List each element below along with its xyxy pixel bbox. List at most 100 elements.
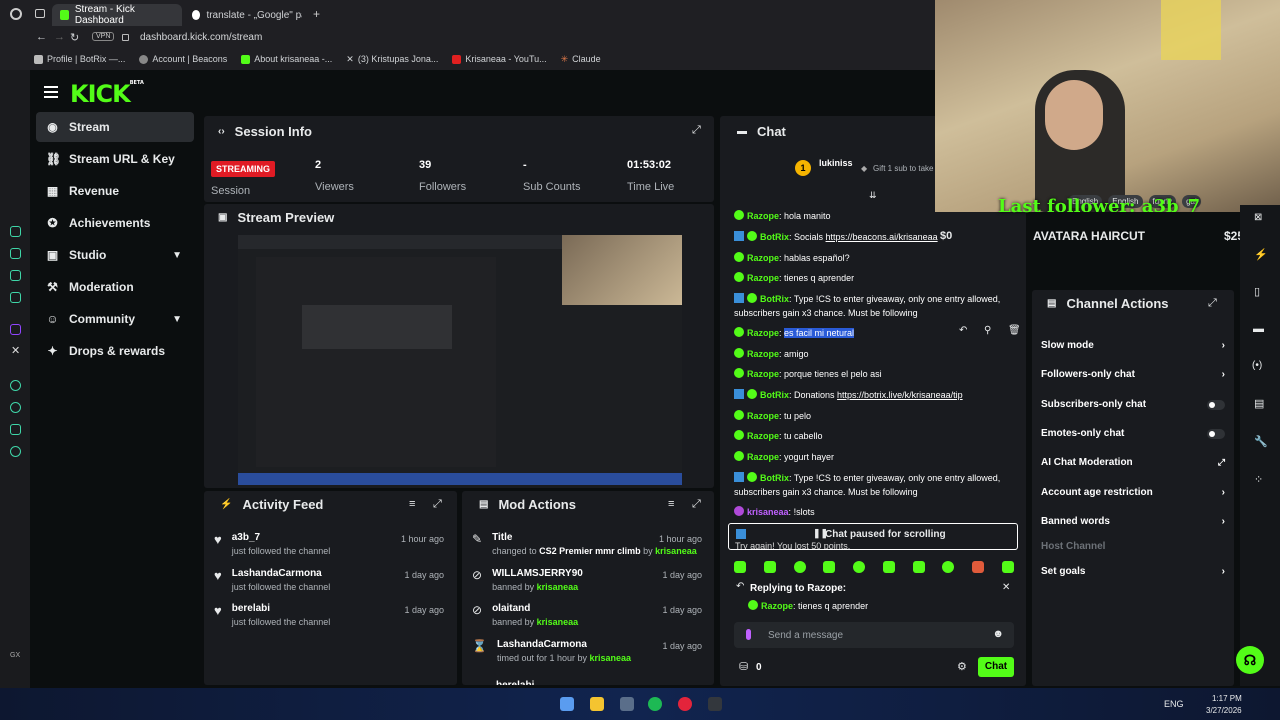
app-icon[interactable] (708, 697, 722, 711)
sidebar-item-drops-rewards[interactable]: ✦ Drops & rewards (36, 336, 194, 366)
emote-icon[interactable] (853, 561, 866, 573)
hamburger-menu-icon[interactable] (44, 86, 58, 98)
file-explorer-icon[interactable] (590, 697, 604, 711)
slow-mode-row[interactable]: Slow mode › (1041, 340, 1225, 351)
wrench-icon[interactable]: 🔧 (1254, 435, 1268, 448)
emote-icon[interactable] (972, 561, 985, 573)
sidebar-app-icon[interactable] (10, 226, 21, 237)
chat-message[interactable]: krisaneaa: !slots (734, 505, 1019, 519)
sidebar-app-icon[interactable] (10, 380, 21, 391)
chat-message-hovered[interactable]: Razope: es facil mi netural (734, 326, 1019, 340)
bookmark-botrix[interactable]: Profile | BotRix —... (34, 54, 125, 64)
filter-icon[interactable]: ≡ (409, 498, 415, 510)
emote-icon[interactable] (793, 561, 806, 573)
sidebar-item-revenue[interactable]: ▦ Revenue (36, 176, 194, 206)
opera-gx-icon[interactable] (678, 697, 692, 711)
followers-only-row[interactable]: Followers-only chat › (1041, 369, 1225, 380)
chat-message[interactable]: Razope: amigo (734, 347, 1019, 361)
close-icon[interactable]: ✕ (1002, 582, 1010, 593)
settings-icon[interactable] (10, 446, 21, 457)
reply-icon[interactable]: ↶ (959, 325, 967, 336)
support-icon[interactable]: ☊ (1236, 646, 1264, 674)
settings-icon[interactable]: ⚙ (957, 660, 967, 673)
pin-icon[interactable]: ⚲ (984, 325, 991, 336)
sliders-icon[interactable]: ▤ (1254, 397, 1264, 410)
bookmark-x[interactable]: ✕ (3) Kristupas Jona... (346, 54, 438, 65)
emote-icon[interactable] (912, 561, 925, 573)
chevron-down-icon[interactable]: ⇊ (869, 190, 877, 201)
host-channel-row[interactable]: Host Channel (1041, 541, 1225, 552)
emote-icon[interactable] (763, 561, 776, 573)
popout-icon[interactable]: ⤢ (692, 498, 701, 511)
chat-message[interactable]: BotRix: Socials https://beacons.ai/krisa… (734, 230, 944, 244)
sidebar-app-icon[interactable] (10, 270, 21, 281)
more-icon[interactable]: ⁘ (1254, 473, 1263, 486)
bookmark-youtube[interactable]: Krisaneaa - YouTu... (452, 54, 547, 64)
stream-preview-video[interactable] (238, 235, 682, 485)
account-age-row[interactable]: Account age restriction › (1041, 487, 1225, 498)
reload-icon[interactable]: ↻ (70, 31, 79, 44)
chat-bubble-icon[interactable]: ▬ (1253, 323, 1264, 335)
lightning-icon[interactable]: ⚡ (1254, 248, 1268, 261)
windows-start-icon[interactable] (560, 697, 574, 711)
bookmark-kick-about[interactable]: About krisaneaa -... (241, 54, 332, 64)
popout-icon[interactable]: ⤢ (692, 124, 701, 137)
set-goals-row[interactable]: Set goals › (1041, 566, 1225, 577)
chat-input[interactable]: Send a message ☻ (734, 622, 1014, 648)
popout-icon[interactable]: ⤢ (433, 498, 442, 511)
banned-words-row[interactable]: Banned words › (1041, 516, 1225, 527)
x-icon[interactable]: ✕ (11, 344, 20, 357)
sidebar-item-stream[interactable]: ◉ Stream (36, 112, 194, 142)
sidebar-item-stream-url-key[interactable]: ⛓ Stream URL & Key (36, 144, 194, 174)
emote-icon[interactable] (942, 561, 955, 573)
kick-logo[interactable]: KICKBETA (70, 80, 144, 108)
tab-kick-dashboard[interactable]: Stream - Kick Dashboard (52, 4, 182, 26)
chat-message[interactable]: BotRix: Donations https://botrix.live/k/… (734, 388, 1019, 402)
chat-message[interactable]: Razope: tu cabello (734, 429, 1019, 443)
sidebar-item-moderation[interactable]: ⚒ Moderation (36, 272, 194, 302)
twitch-icon[interactable] (10, 324, 21, 335)
emote-icon[interactable] (823, 561, 836, 573)
chat-send-button[interactable]: Chat (978, 657, 1014, 677)
gx-icon[interactable]: GX (10, 652, 20, 659)
broadcast-icon[interactable]: (•) (1252, 360, 1262, 371)
new-tab-icon[interactable]: + (313, 7, 320, 21)
points-icon[interactable]: ⛁ (739, 660, 748, 673)
url-field[interactable]: dashboard.kick.com/stream (140, 32, 262, 43)
language-indicator[interactable]: ENG (1164, 699, 1184, 709)
popout-icon[interactable]: ⤢ (1208, 297, 1217, 310)
chat-message[interactable]: BotRix: Type !CS to enter giveaway, only… (734, 471, 1019, 499)
sidebar-app-icon[interactable] (10, 292, 21, 303)
chat-paused-message[interactable]: ❚❚ Chat paused for scrolling Try again! … (728, 523, 1018, 550)
ai-moderation-row[interactable]: AI Chat Moderation ⤢ (1041, 457, 1225, 468)
vpn-badge[interactable]: VPN (92, 32, 115, 41)
emoji-icon[interactable]: ☻ (992, 628, 1004, 640)
app-icon[interactable] (620, 697, 634, 711)
chat-message[interactable]: Razope: yogurt hayer (734, 450, 1019, 464)
emotes-only-toggle[interactable] (1207, 428, 1225, 439)
subscribers-only-toggle[interactable] (1207, 399, 1225, 410)
browser-menu-icon[interactable] (10, 8, 22, 20)
emote-icon[interactable] (1001, 561, 1014, 573)
clock-time[interactable]: 1:17 PM (1212, 694, 1242, 703)
emote-icon[interactable] (882, 561, 895, 573)
forward-icon[interactable]: → (54, 31, 65, 43)
chat-message[interactable]: Razope: hablas español? (734, 251, 1019, 265)
sidebar-item-community[interactable]: ☺ Community ▼ (36, 304, 194, 334)
delete-icon[interactable]: 🗑 (1008, 325, 1021, 336)
pinned-gifter[interactable]: 1 lukiniss ◆ Gift 1 sub to take (795, 156, 935, 186)
history-icon[interactable] (10, 402, 21, 413)
tab-translate[interactable]: translate - „Google" paieš (184, 4, 310, 26)
emote-icon[interactable] (734, 561, 746, 573)
sidebar-app-icon[interactable] (10, 424, 21, 435)
chat-message[interactable]: BotRix: Type !CS to enter giveaway, only… (734, 292, 1019, 320)
bookmark-claude[interactable]: ✳ Claude (561, 54, 601, 65)
document-icon[interactable]: ▯ (1254, 285, 1260, 298)
chat-message[interactable]: Razope: tu pelo (734, 409, 1019, 423)
close-icon[interactable]: ⊠ (1254, 212, 1262, 223)
tab-overview-icon[interactable] (35, 9, 45, 18)
chat-message[interactable]: Razope: porque tienes el pelo asi (734, 367, 1019, 381)
chat-message[interactable]: Razope: tienes q aprender (734, 271, 1019, 285)
spotify-icon[interactable] (648, 697, 662, 711)
clock-date[interactable]: 3/27/2026 (1206, 706, 1242, 715)
